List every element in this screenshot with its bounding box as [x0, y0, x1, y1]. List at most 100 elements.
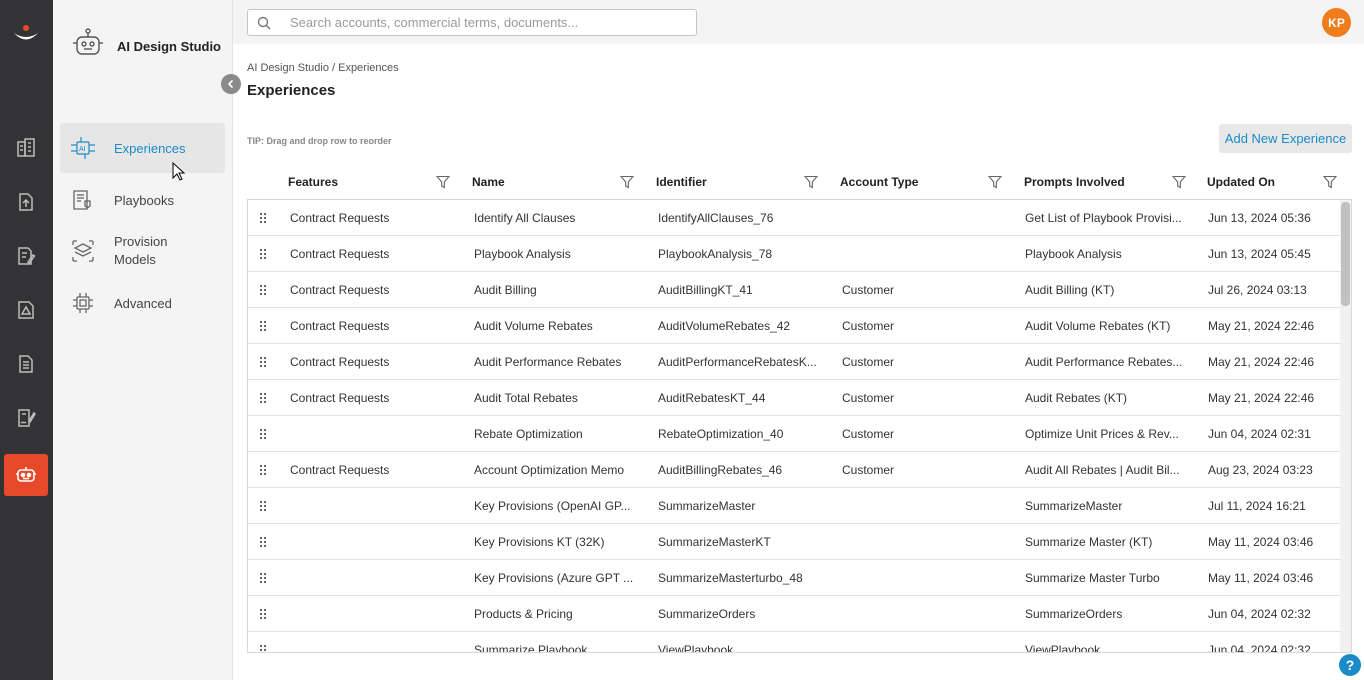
table-row[interactable]: Key Provisions (OpenAI GP... SummarizeMas… [248, 488, 1341, 524]
document-sign-icon[interactable] [4, 397, 48, 439]
add-new-experience-button[interactable]: Add New Experience [1219, 124, 1352, 153]
column-header-identifier[interactable]: Identifier [656, 166, 819, 198]
table-row[interactable]: Contract Requests Audit Total Rebates Audi… [248, 380, 1341, 416]
filter-icon[interactable] [1171, 175, 1187, 192]
cell-account-type [842, 200, 1012, 236]
cell-prompts: Audit All Rebates | Audit Bil... [1025, 463, 1180, 477]
company-logo-icon[interactable] [12, 22, 40, 46]
filter-icon[interactable] [619, 175, 635, 192]
drag-handle-icon[interactable] [259, 464, 267, 479]
cell-account-type [842, 560, 1012, 596]
cell-identifier: IdentifyAllClauses_76 [658, 211, 774, 225]
sidebar-item-experiences[interactable]: AI Experiences [60, 123, 225, 173]
sidebar-item-label: Experiences [114, 140, 186, 156]
user-avatar[interactable]: KP [1322, 8, 1351, 37]
buildings-icon[interactable] [4, 127, 48, 169]
filter-icon[interactable] [435, 175, 451, 192]
filter-icon[interactable] [1322, 175, 1338, 192]
cell-prompts: SummarizeOrders [1025, 607, 1123, 621]
column-header-name[interactable]: Name [472, 166, 635, 198]
drag-handle-icon[interactable] [259, 284, 267, 299]
cell-feature [290, 416, 460, 452]
column-header-updated-on[interactable]: Updated On [1207, 166, 1338, 198]
drag-handle-icon[interactable] [259, 536, 267, 551]
column-header-account-type[interactable]: Account Type [840, 166, 1003, 198]
cell-account-type: Customer [842, 427, 895, 441]
document-list-icon[interactable] [4, 343, 48, 385]
cell-identifier: RebateOptimization_40 [658, 427, 784, 441]
table-row[interactable]: Contract Requests Playbook Analysis Playbo… [248, 236, 1341, 272]
cell-identifier: PlaybookAnalysis_78 [658, 247, 773, 261]
table-row[interactable]: Contract Requests Audit Billing AuditBilli… [248, 272, 1341, 308]
sidebar-item-provision-models[interactable]: Provision Models [60, 232, 225, 270]
table-row[interactable]: Contract Requests Audit Volume Rebates Aud… [248, 308, 1341, 344]
table-header: Features Name Identifier Account Type Pr… [247, 166, 1351, 198]
drag-handle-icon[interactable] [259, 392, 267, 407]
search-icon [248, 16, 280, 30]
cell-updated-on: May 11, 2024 03:46 [1208, 535, 1314, 549]
column-label: Name [472, 175, 505, 189]
studio-brand: AI Design Studio [71, 28, 221, 65]
drag-handle-icon[interactable] [259, 572, 267, 587]
cell-feature [290, 596, 460, 632]
scrollbar-thumb[interactable] [1341, 202, 1350, 306]
cell-identifier: SummarizeOrders [658, 607, 756, 621]
table-row[interactable]: Contract Requests Identify All Clauses Ide… [248, 200, 1341, 236]
cell-feature [290, 632, 460, 652]
cell-name: Products & Pricing [474, 607, 573, 621]
cell-account-type [842, 488, 1012, 524]
cell-identifier: SummarizeMaster [658, 499, 756, 513]
cell-updated-on: Jul 26, 2024 03:13 [1208, 283, 1307, 297]
cell-prompts: Summarize Master Turbo [1025, 571, 1160, 585]
drag-handle-icon[interactable] [259, 500, 267, 515]
collapse-sidebar-button[interactable] [221, 74, 241, 94]
chevron-left-icon [227, 79, 234, 89]
cell-prompts: SummarizeMaster [1025, 499, 1123, 513]
drag-handle-icon[interactable] [259, 212, 267, 227]
table-scrollbar[interactable] [1340, 200, 1351, 652]
drag-handle-icon[interactable] [259, 356, 267, 371]
breadcrumb[interactable]: AI Design Studio / Experiences [247, 62, 399, 74]
app-rail [0, 0, 53, 680]
drag-handle-icon[interactable] [259, 428, 267, 443]
document-alert-icon[interactable] [4, 289, 48, 331]
upload-icon[interactable] [4, 181, 48, 223]
cell-identifier: AuditBillingRebates_46 [658, 463, 783, 477]
drag-handle-icon[interactable] [259, 644, 267, 652]
cell-account-type [842, 632, 1012, 652]
table-row[interactable]: Key Provisions (Azure GPT ... SummarizeMa… [248, 560, 1341, 596]
search-input[interactable] [290, 15, 690, 30]
cell-updated-on: Jun 04, 2024 02:32 [1208, 607, 1311, 621]
table-row[interactable]: Summarize Playbook ViewPlaybook ViewPlaybo… [248, 632, 1341, 652]
document-edit-icon[interactable] [4, 235, 48, 277]
secondary-nav: AI Design Studio AI Experiences Playbook… [53, 0, 233, 680]
cell-prompts: Audit Rebates (KT) [1025, 391, 1128, 405]
column-header-prompts-involved[interactable]: Prompts Involved [1024, 166, 1187, 198]
table-row[interactable]: Rebate Optimization RebateOptimization_40… [248, 416, 1341, 452]
drag-handle-icon[interactable] [259, 608, 267, 623]
help-button[interactable]: ? [1339, 654, 1361, 676]
cell-name: Audit Volume Rebates [474, 319, 593, 333]
sidebar-item-label: Advanced [114, 295, 172, 311]
cell-updated-on: Jul 11, 2024 16:21 [1208, 499, 1306, 513]
cell-feature: Contract Requests [290, 211, 390, 225]
drag-handle-icon[interactable] [259, 248, 267, 263]
table-row[interactable]: Contract Requests Audit Performance Rebat… [248, 344, 1341, 380]
sidebar-item-advanced[interactable]: Advanced [60, 289, 225, 317]
top-bar: KP [233, 0, 1364, 44]
sidebar-item-playbooks[interactable]: Playbooks [60, 185, 225, 215]
filter-icon[interactable] [987, 175, 1003, 192]
table-row[interactable]: Contract Requests Account Optimization Me… [248, 452, 1341, 488]
column-header-features[interactable]: Features [288, 166, 451, 198]
cell-feature [290, 524, 460, 560]
cell-name: Audit Total Rebates [474, 391, 578, 405]
global-search [247, 9, 697, 36]
table-row[interactable]: Key Provisions KT (32K) SummarizeMasterKT… [248, 524, 1341, 560]
robot-icon[interactable] [4, 454, 48, 496]
table-row[interactable]: Products & Pricing SummarizeOrders Summari… [248, 596, 1341, 632]
cell-prompts: Optimize Unit Prices & Rev... [1025, 427, 1179, 441]
cell-name: Key Provisions (Azure GPT ... [474, 571, 634, 585]
cell-identifier: AuditVolumeRebates_42 [658, 319, 791, 333]
filter-icon[interactable] [803, 175, 819, 192]
drag-handle-icon[interactable] [259, 320, 267, 335]
